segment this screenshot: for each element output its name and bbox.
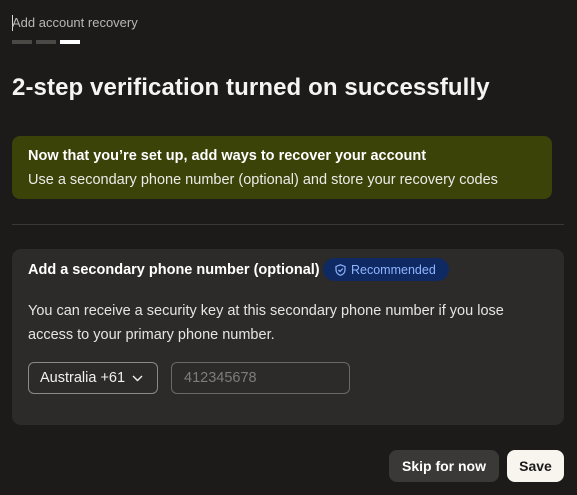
step-label: Add account recovery — [12, 15, 138, 30]
badge-label: Recommended — [351, 262, 436, 277]
chevron-down-icon — [132, 375, 143, 381]
save-button[interactable]: Save — [507, 450, 564, 482]
secondary-phone-input[interactable] — [171, 362, 350, 394]
card-description: You can receive a security key at this s… — [28, 303, 504, 343]
secondary-phone-card: Add a secondary phone number (optional) … — [12, 249, 564, 425]
progress-step-1 — [12, 40, 32, 44]
page-title: 2-step verification turned on successful… — [12, 74, 490, 101]
recommended-badge: Recommended — [323, 258, 449, 281]
progress-step-3 — [60, 40, 80, 44]
skip-for-now-button[interactable]: Skip for now — [389, 450, 499, 482]
banner-title: Now that you’re set up, add ways to reco… — [28, 148, 427, 164]
step-progress — [12, 40, 80, 44]
country-code-value: Australia +61 — [40, 370, 126, 386]
banner-body: Use a secondary phone number (optional) … — [28, 172, 498, 188]
card-title: Add a secondary phone number (optional) — [28, 262, 320, 278]
shield-check-icon — [335, 263, 346, 276]
recovery-info-banner: Now that you’re set up, add ways to reco… — [12, 136, 552, 199]
country-code-select[interactable]: Australia +61 — [28, 362, 158, 394]
progress-step-2 — [36, 40, 56, 44]
section-divider — [12, 224, 564, 225]
